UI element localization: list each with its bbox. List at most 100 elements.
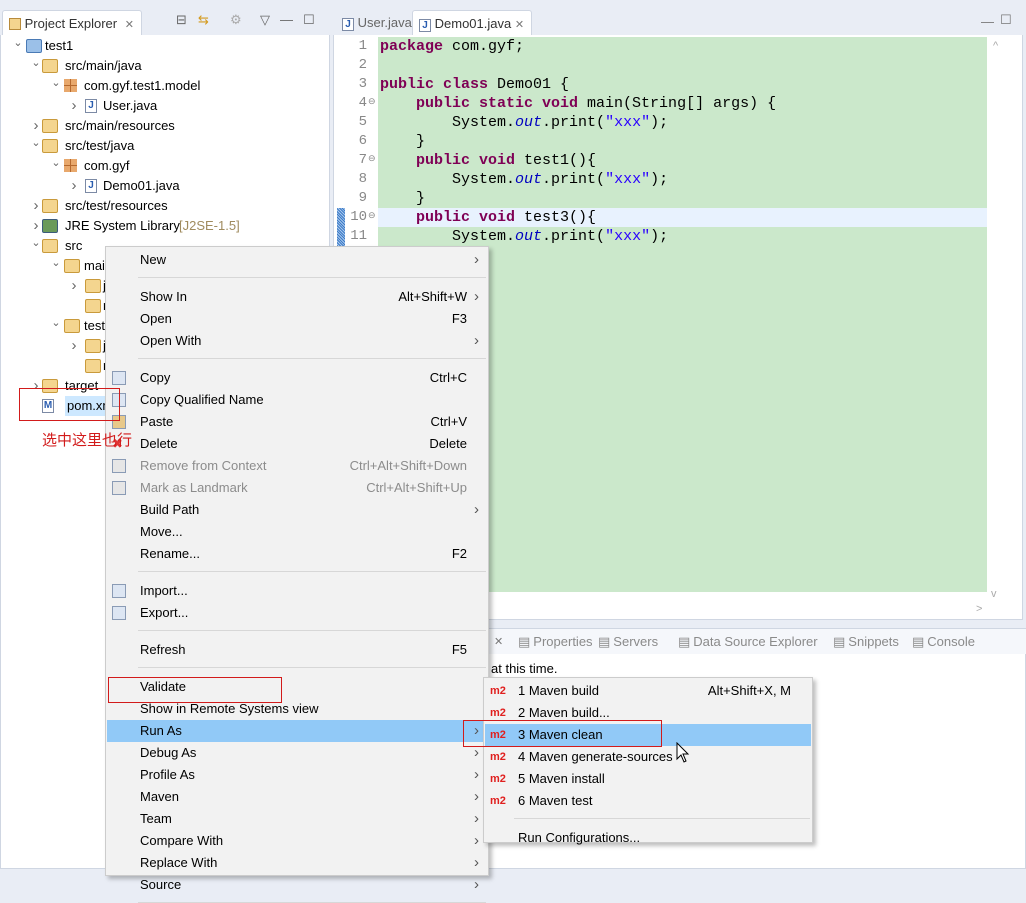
minimize-icon[interactable]: — <box>280 12 293 27</box>
maximize-icon[interactable]: ☐ <box>303 12 315 28</box>
chevron-down-icon[interactable]: ⌄ <box>50 253 62 273</box>
menu-item-build-path[interactable]: Build Path › <box>107 499 487 521</box>
collapse-all-icon[interactable]: ⊟ <box>176 12 187 28</box>
line-number: 3 <box>358 76 367 92</box>
menu-item-6-maven-test[interactable]: m2 6 Maven test <box>485 790 811 812</box>
tree-item[interactable]: › J Demo01.java <box>0 176 330 196</box>
tree-item[interactable]: › src/main/resources <box>0 116 330 136</box>
chevron-down-icon[interactable]: ⌄ <box>50 313 62 333</box>
menu-item-new[interactable]: New › <box>107 249 487 271</box>
code-line[interactable]: } <box>380 132 425 151</box>
menu-item-maven[interactable]: Maven › <box>107 786 487 808</box>
chevron-right-icon[interactable]: › <box>68 96 80 116</box>
code-line[interactable]: public static void main(String[] args) { <box>380 94 776 113</box>
code-line[interactable]: package com.gyf; <box>380 37 524 56</box>
tab-console[interactable]: ▤ Console <box>912 629 975 654</box>
menu-item-4-maven-generate-sources[interactable]: m2 4 Maven generate-sources <box>485 746 811 768</box>
menu-item-debug-as[interactable]: Debug As › <box>107 742 487 764</box>
menu-item-shortcut: F3 <box>451 311 467 326</box>
menu-item-open[interactable]: Open F3 <box>107 308 487 330</box>
chevron-right-icon: › <box>474 810 479 827</box>
close-icon[interactable]: ✕ <box>494 635 503 648</box>
code-line[interactable]: } <box>380 189 425 208</box>
tree-item[interactable]: ⌄ test1 <box>0 36 330 56</box>
menu-item-paste[interactable]: Paste Ctrl+V <box>107 411 487 433</box>
source-folder-icon <box>42 119 58 133</box>
menu-item-copy[interactable]: Copy Ctrl+C <box>107 367 487 389</box>
menu-item-source[interactable]: Source › <box>107 874 487 896</box>
link-editor-icon[interactable]: ⇆ <box>198 12 209 28</box>
chevron-right-icon[interactable]: › <box>68 276 80 296</box>
chevron-down-icon[interactable]: ⌄ <box>30 233 42 253</box>
code-line[interactable]: System.out.print("xxx"); <box>380 113 668 132</box>
menu-item-delete[interactable]: ✖ Delete Delete <box>107 433 487 455</box>
maximize-icon[interactable]: ☐ <box>1000 12 1012 28</box>
minimize-icon[interactable]: — <box>981 14 994 29</box>
code-line[interactable]: public void test1(){ <box>380 151 596 170</box>
fold-icon[interactable]: ⊖ <box>368 153 376 164</box>
chevron-down-icon[interactable]: ⌄ <box>50 73 62 93</box>
view-menu-icon[interactable]: ▽ <box>260 12 270 28</box>
menu-item-open-with[interactable]: Open With › <box>107 330 487 352</box>
menu-item-team[interactable]: Team › <box>107 808 487 830</box>
tab-demo01-java[interactable]: J Demo01.java ✕ <box>412 10 532 35</box>
menu-item-copy-qualified-name[interactable]: Copy Qualified Name <box>107 389 487 411</box>
folder-icon <box>64 259 80 273</box>
vertical-scrollbar[interactable] <box>988 37 1016 605</box>
code-line[interactable]: System.out.print("xxx"); <box>380 227 668 246</box>
scroll-right-icon[interactable]: > <box>976 603 982 615</box>
tree-item[interactable]: ⌄ com.gyf.test1.model <box>0 76 330 96</box>
tree-item[interactable]: › src/test/resources <box>0 196 330 216</box>
menu-item-label: Source <box>140 877 182 892</box>
chevron-right-icon[interactable]: › <box>68 176 80 196</box>
menu-item-shortcut: Ctrl+Alt+Shift+Down <box>349 458 467 473</box>
menu-item-run-as[interactable]: Run As › <box>107 720 487 742</box>
menu-item-compare-with[interactable]: Compare With › <box>107 830 487 852</box>
tab-properties[interactable]: ▤ Properties <box>518 629 593 654</box>
menu-item-5-maven-install[interactable]: m2 5 Maven install <box>485 768 811 790</box>
chevron-right-icon[interactable]: › <box>68 336 80 356</box>
menu-item-shortcut: Alt+Shift+W <box>398 289 467 304</box>
code-line[interactable]: System.out.print("xxx"); <box>380 170 668 189</box>
source-folder-icon <box>42 199 58 213</box>
close-icon[interactable]: ✕ <box>515 19 524 31</box>
tab-project-explorer[interactable]: Project Explorer ✕ <box>2 10 142 35</box>
tree-item[interactable]: › J User.java <box>0 96 330 116</box>
close-icon[interactable]: ✕ <box>125 19 134 31</box>
menu-item-move[interactable]: Move... <box>107 521 487 543</box>
tree-item-label: src/test/resources <box>65 198 168 213</box>
tab-data-source-explorer[interactable]: ▤ Data Source Explorer <box>678 629 818 654</box>
menu-item-export[interactable]: Export... <box>107 602 487 624</box>
folder-icon <box>64 319 80 333</box>
menu-item-1-maven-build[interactable]: m2 1 Maven build Alt+Shift+X, M <box>485 680 811 702</box>
filter-icon[interactable]: ⚙ <box>230 12 242 28</box>
tree-item-label: src/main/resources <box>65 118 175 133</box>
scroll-up-icon[interactable]: ^ <box>993 40 998 52</box>
code-line[interactable]: public void test3(){ <box>380 208 596 227</box>
menu-item-import[interactable]: Import... <box>107 580 487 602</box>
tree-item-label: test1 <box>45 38 74 53</box>
fold-icon[interactable]: ⊖ <box>368 96 376 107</box>
chevron-down-icon[interactable]: ⌄ <box>12 33 24 53</box>
chevron-down-icon[interactable]: ⌄ <box>30 133 42 153</box>
menu-item-run-configurations[interactable]: Run Configurations... <box>485 827 811 849</box>
menu-item-replace-with[interactable]: Replace With › <box>107 852 487 874</box>
code-line[interactable]: public class Demo01 { <box>380 75 569 94</box>
chevron-right-icon[interactable]: › <box>30 196 42 216</box>
tab-servers[interactable]: ▤ Servers <box>598 629 658 654</box>
fold-icon[interactable]: ⊖ <box>368 210 376 221</box>
menu-item-shortcut: Alt+Shift+X, M <box>707 683 791 698</box>
tree-item-label: src <box>65 238 83 253</box>
menu-item-show-in[interactable]: Show In Alt+Shift+W › <box>107 286 487 308</box>
tree-item-label: src/main/java <box>65 58 142 73</box>
chevron-down-icon[interactable]: ⌄ <box>30 53 42 73</box>
chevron-down-icon[interactable]: ⌄ <box>50 153 62 173</box>
tree-item[interactable]: ⌄ com.gyf <box>0 156 330 176</box>
menu-item-profile-as[interactable]: Profile As › <box>107 764 487 786</box>
menu-item-refresh[interactable]: Refresh F5 <box>107 639 487 661</box>
tree-item[interactable]: › JRE System Library [J2SE-1.5] <box>0 216 330 236</box>
scroll-down-icon[interactable]: v <box>991 588 997 600</box>
menu-item-label: Mark as Landmark <box>140 480 248 495</box>
menu-item-rename[interactable]: Rename... F2 <box>107 543 487 565</box>
tab-snippets[interactable]: ▤ Snippets <box>833 629 899 654</box>
